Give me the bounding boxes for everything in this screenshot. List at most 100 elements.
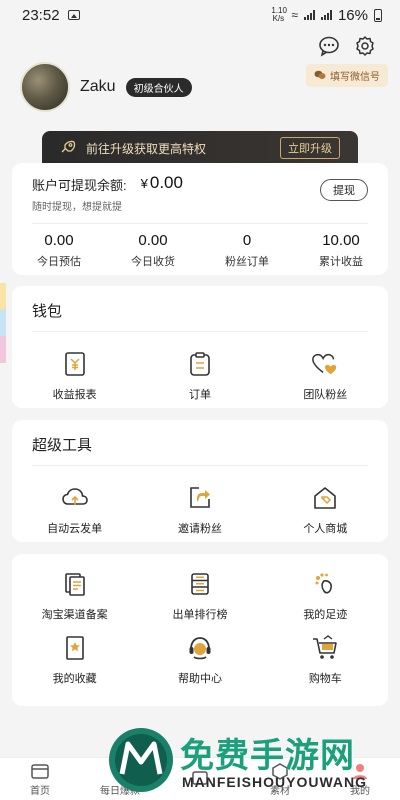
rocket-icon	[60, 140, 76, 157]
material-icon	[272, 762, 288, 780]
grid-label: 购物车	[308, 673, 342, 685]
stat-total-income[interactable]: 10.00 累计收益	[294, 232, 388, 269]
order-ranking-item[interactable]: 出单排行榜	[137, 570, 262, 622]
nav-material[interactable]: 素材	[240, 758, 320, 800]
shopping-cart-item[interactable]: 购物车	[263, 634, 388, 686]
stats-row: 0.00 今日预估 0.00 今日收货 0 粉丝订单 10.00 累计收益	[12, 224, 388, 269]
document-icon	[61, 570, 89, 598]
fill-wechat-button[interactable]: 填写微信号	[306, 63, 388, 87]
grid-label: 收益报表	[52, 389, 97, 401]
grid-label: 我的收藏	[52, 673, 97, 685]
invite-fans-item[interactable]: 邀请粉丝	[137, 484, 262, 536]
stat-value: 0.00	[44, 232, 74, 249]
wallet-title: 钱包	[32, 303, 63, 320]
auto-cloud-post-item[interactable]: 自动云发单	[12, 484, 137, 536]
income-report-item[interactable]: 收益报表	[12, 350, 137, 402]
withdraw-button[interactable]: 提现	[320, 179, 368, 201]
stat-label: 粉丝订单	[225, 256, 269, 268]
stat-value: 10.00	[322, 232, 360, 249]
stat-label: 今日收货	[131, 256, 175, 268]
grid-label: 淘宝渠道备案	[41, 609, 108, 621]
signal-icon	[303, 10, 315, 20]
grid-label: 自动云发单	[47, 523, 103, 535]
nav-label: 每日爆款	[100, 785, 140, 797]
more-services-card: 淘宝渠道备案 出单排行榜 我的足迹 我的收藏 帮助中心 购物车	[12, 554, 388, 706]
grid-label: 出单排行榜	[172, 609, 228, 621]
nav-mine[interactable]: 我的	[320, 758, 400, 800]
clipboard-icon	[186, 350, 214, 378]
stat-fan-orders[interactable]: 0 粉丝订单	[200, 232, 294, 269]
signal-icon-2	[320, 10, 332, 20]
balance-subtitle: 随时提现，想提就提	[32, 202, 122, 213]
help-center-item[interactable]: 帮助中心	[137, 634, 262, 686]
hot-icon	[111, 762, 129, 779]
orders-item[interactable]: 订单	[137, 350, 262, 402]
wifi-icon: ≈	[291, 8, 298, 22]
my-favorites-item[interactable]: 我的收藏	[12, 634, 137, 686]
grid-label: 帮助中心	[177, 673, 222, 685]
username: Zaku	[80, 78, 116, 95]
super-tools-card: 超级工具 自动云发单 邀请粉丝 个人商城	[12, 420, 388, 542]
grid-label: 个人商城	[303, 523, 348, 535]
settings-gear-icon[interactable]	[354, 35, 376, 57]
shop-icon	[311, 484, 339, 512]
bottom-navigation: 首页 每日爆款 素材 我的	[0, 757, 400, 800]
personal-shop-item[interactable]: 个人商城	[263, 484, 388, 536]
upgrade-text: 前往升级获取更高特权	[86, 141, 207, 156]
battery-icon	[374, 8, 382, 22]
stat-label: 累计收益	[319, 256, 363, 268]
balance-card: 账户可提现余额: 随时提现，想提就提 ¥0.00 提现 0.00 今日预估 0.…	[12, 163, 388, 275]
nav-label: 我的	[350, 785, 370, 797]
nav-label: 素材	[270, 785, 290, 797]
bookmark-star-icon	[61, 634, 89, 662]
tools-title: 超级工具	[32, 437, 93, 454]
ranking-icon	[186, 570, 214, 598]
nav-daily-hot[interactable]: 每日爆款	[80, 758, 160, 800]
message-icon[interactable]	[318, 35, 340, 57]
status-bar: 23:52 1.10 K/s ≈ 16%	[0, 0, 400, 30]
message-icon	[192, 771, 208, 785]
taobao-channel-record-item[interactable]: 淘宝渠道备案	[12, 570, 137, 622]
headset-icon	[186, 634, 214, 662]
grid-label: 邀请粉丝	[177, 523, 222, 535]
cart-icon	[311, 634, 339, 662]
nav-home[interactable]: 首页	[0, 758, 80, 800]
level-badge: 初级合伙人	[125, 77, 192, 97]
stat-label: 今日预估	[37, 256, 81, 268]
wallet-card: 钱包 收益报表 订单 团队粉丝	[12, 286, 388, 408]
grid-label: 我的足迹	[303, 609, 348, 621]
balance-amount: ¥0.00	[141, 173, 183, 193]
grid-label: 团队粉丝	[303, 389, 348, 401]
balance-title: 账户可提现余额:	[32, 178, 127, 193]
fill-wechat-label: 填写微信号	[330, 71, 380, 83]
header-actions	[318, 35, 376, 57]
footprint-icon	[311, 570, 339, 598]
stat-today-received[interactable]: 0.00 今日收货	[106, 232, 200, 269]
currency-symbol: ¥	[140, 176, 148, 191]
stat-today-estimate[interactable]: 0.00 今日预估	[12, 232, 106, 269]
status-time: 23:52	[22, 6, 60, 24]
user-icon	[353, 763, 367, 779]
invite-icon	[186, 484, 214, 512]
cloud-icon	[61, 484, 89, 512]
image-notification-icon	[67, 10, 80, 20]
profile-header: Zaku 初级合伙人 填写微信号	[20, 62, 388, 112]
side-color-stripe	[0, 283, 6, 363]
upgrade-banner[interactable]: 前往升级获取更高特权 立即升级	[42, 131, 358, 165]
team-fans-item[interactable]: 团队粉丝	[263, 350, 388, 402]
nav-messages[interactable]	[160, 758, 240, 800]
stat-value: 0.00	[138, 232, 168, 249]
network-speed: 1.10 K/s	[271, 6, 287, 23]
stat-value: 0	[242, 232, 252, 249]
nav-label: 首页	[30, 785, 50, 797]
upgrade-button[interactable]: 立即升级	[280, 137, 340, 159]
avatar[interactable]	[20, 62, 70, 112]
balance-value: 0.00	[149, 173, 183, 192]
grid-label: 订单	[188, 389, 211, 401]
report-icon	[61, 350, 89, 378]
team-hearts-icon	[311, 350, 339, 378]
battery-percent: 16%	[337, 6, 368, 24]
home-icon	[31, 763, 49, 779]
wechat-icon	[314, 70, 326, 79]
my-footprint-item[interactable]: 我的足迹	[263, 570, 388, 622]
